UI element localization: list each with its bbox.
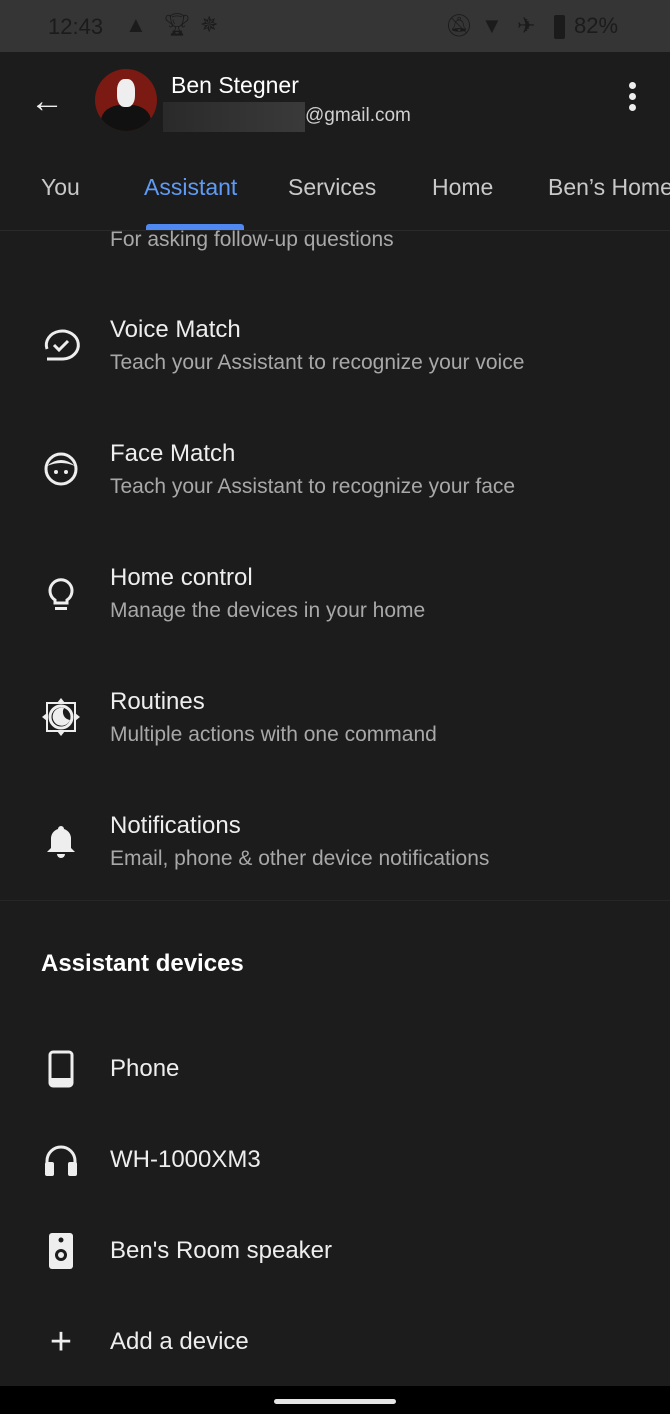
item-subtitle: Multiple actions with one command (110, 723, 437, 746)
item-title: Voice Match (110, 316, 241, 343)
list-item-home-control[interactable]: Home control Manage the devices in your … (0, 562, 670, 642)
section-title-assistant-devices: Assistant devices (41, 950, 244, 977)
tree-icon: ✵ (200, 12, 219, 37)
navigation-icon: ▲ (125, 12, 147, 37)
lightbulb-icon (40, 572, 82, 614)
battery-level: 82% (574, 13, 619, 38)
account-name: Ben Stegner (171, 72, 299, 98)
item-subtitle: Teach your Assistant to recognize your v… (110, 351, 525, 374)
device-item-phone[interactable]: Phone (0, 1040, 670, 1100)
trophy-icon: 🏆︎ (163, 12, 191, 37)
notifications-off-icon: 🔕︎ (445, 13, 473, 38)
device-label: Ben's Room speaker (110, 1237, 333, 1264)
device-item-speaker[interactable]: Ben's Room speaker (0, 1222, 670, 1282)
voice-match-icon (40, 324, 82, 366)
airplane-icon: ✈ (517, 13, 536, 38)
more-options-icon[interactable] (622, 82, 642, 118)
home-gesture-handle[interactable] (274, 1399, 396, 1404)
bell-icon (40, 820, 82, 862)
section-divider (0, 900, 670, 901)
headphones-icon (40, 1139, 82, 1181)
avatar[interactable] (95, 69, 157, 131)
status-bar: 12:43 ▲ 🏆︎ ✵ 🔕︎ ▼ ✈ 82% (0, 0, 670, 52)
tab-you[interactable]: You (41, 174, 80, 201)
wifi-icon: ▼ (481, 13, 503, 38)
tab-assistant[interactable]: Assistant (144, 174, 237, 201)
device-label: Phone (110, 1055, 180, 1082)
phone-icon (40, 1048, 82, 1090)
back-arrow-icon[interactable]: ← (30, 82, 64, 121)
face-icon (40, 448, 82, 490)
item-subtitle: Email, phone & other device notification… (110, 847, 490, 870)
tab-bens-home[interactable]: Ben’s Home (548, 174, 670, 201)
device-label: WH-1000XM3 (110, 1146, 261, 1173)
list-item-routines[interactable]: Routines Multiple actions with one comma… (0, 686, 670, 766)
item-subtitle: Manage the devices in your home (110, 599, 426, 622)
tab-services[interactable]: Services (288, 174, 376, 201)
list-item-notifications[interactable]: Notifications Email, phone & other devic… (0, 810, 670, 890)
item-subtitle: Teach your Assistant to recognize your f… (110, 475, 516, 498)
add-device-button[interactable]: + Add a device (0, 1313, 670, 1373)
app-header: ← Ben Stegner @gmail.com You Assistant S… (0, 52, 670, 230)
item-title: Routines (110, 688, 205, 715)
routines-icon (40, 696, 82, 738)
item-title: Notifications (110, 812, 241, 839)
plus-icon: + (49, 1320, 73, 1363)
item-subtitle: For asking follow-up questions (110, 228, 394, 251)
battery-icon (554, 15, 565, 39)
system-nav-bar (0, 1386, 670, 1414)
status-time: 12:43 (48, 14, 104, 39)
redacted-email (163, 102, 305, 132)
list-item-face-match[interactable]: Face Match Teach your Assistant to recog… (0, 438, 670, 518)
device-label: Add a device (110, 1328, 249, 1355)
account-email: @gmail.com (305, 105, 411, 126)
item-title: Face Match (110, 440, 236, 467)
device-item-headphones[interactable]: WH-1000XM3 (0, 1131, 670, 1191)
list-item-voice-match[interactable]: Voice Match Teach your Assistant to reco… (0, 314, 670, 394)
tab-home[interactable]: Home (432, 174, 493, 201)
speaker-icon (40, 1230, 82, 1272)
item-title: Home control (110, 564, 253, 591)
